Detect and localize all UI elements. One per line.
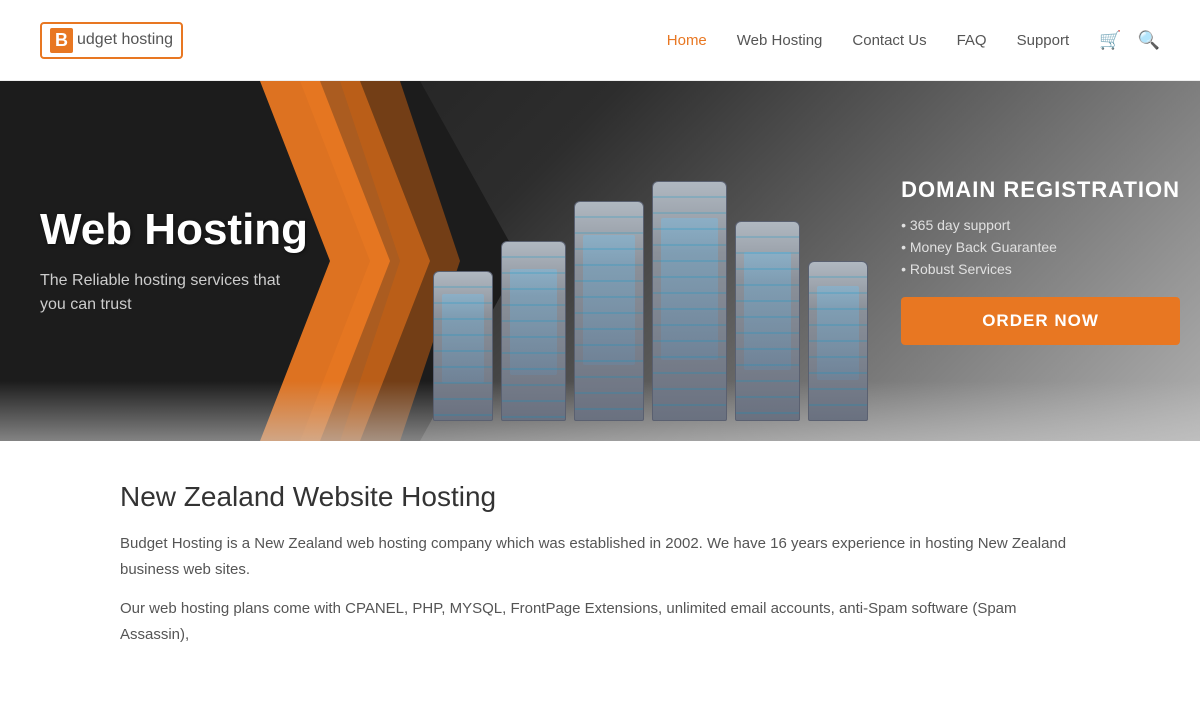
server-unit-4 bbox=[652, 181, 727, 421]
nav-icons: 🛒 🔍 bbox=[1099, 30, 1160, 51]
logo[interactable]: B udget hosting bbox=[40, 22, 183, 59]
hero-title: Web Hosting bbox=[40, 205, 308, 255]
server-group bbox=[433, 181, 868, 421]
hero-servers-illustration bbox=[400, 101, 900, 421]
server-unit-3 bbox=[574, 201, 644, 421]
server-unit-1 bbox=[433, 271, 493, 421]
hero-text-block: Web Hosting The Reliable hosting service… bbox=[40, 205, 308, 317]
domain-title: DOMAIN REGISTRATION bbox=[901, 177, 1180, 203]
order-now-button[interactable]: ORDER NOW bbox=[901, 297, 1180, 345]
server-unit-2 bbox=[501, 241, 566, 421]
section-title: New Zealand Website Hosting bbox=[120, 481, 1080, 513]
logo-box: B udget hosting bbox=[40, 22, 183, 59]
feature-2: • Money Back Guarantee bbox=[901, 239, 1180, 255]
feature-3: • Robust Services bbox=[901, 261, 1180, 277]
section-body-2: Our web hosting plans come with CPANEL, … bbox=[120, 596, 1080, 647]
feature-1: • 365 day support bbox=[901, 217, 1180, 233]
header: B udget hosting Home Web Hosting Contact… bbox=[0, 0, 1200, 81]
domain-registration-block: DOMAIN REGISTRATION • 365 day support • … bbox=[901, 177, 1180, 345]
main-nav: Home Web Hosting Contact Us FAQ Support … bbox=[667, 30, 1160, 51]
nav-contact-us[interactable]: Contact Us bbox=[852, 32, 926, 49]
section-body-1: Budget Hosting is a New Zealand web host… bbox=[120, 531, 1080, 582]
server-unit-6 bbox=[808, 261, 868, 421]
nav-faq[interactable]: FAQ bbox=[957, 32, 987, 49]
server-unit-5 bbox=[735, 221, 800, 421]
search-icon[interactable]: 🔍 bbox=[1138, 30, 1160, 51]
hero-subtitle: The Reliable hosting services that you c… bbox=[40, 269, 308, 317]
nav-support[interactable]: Support bbox=[1017, 32, 1070, 49]
main-content: New Zealand Website Hosting Budget Hosti… bbox=[0, 441, 1200, 701]
domain-features-list: • 365 day support • Money Back Guarantee… bbox=[901, 217, 1180, 277]
nav-home[interactable]: Home bbox=[667, 32, 707, 49]
logo-text: udget hosting bbox=[77, 31, 173, 49]
hero-banner: Web Hosting The Reliable hosting service… bbox=[0, 81, 1200, 441]
cart-icon[interactable]: 🛒 bbox=[1099, 30, 1121, 51]
logo-b-letter: B bbox=[50, 28, 73, 53]
nav-web-hosting[interactable]: Web Hosting bbox=[737, 32, 823, 49]
